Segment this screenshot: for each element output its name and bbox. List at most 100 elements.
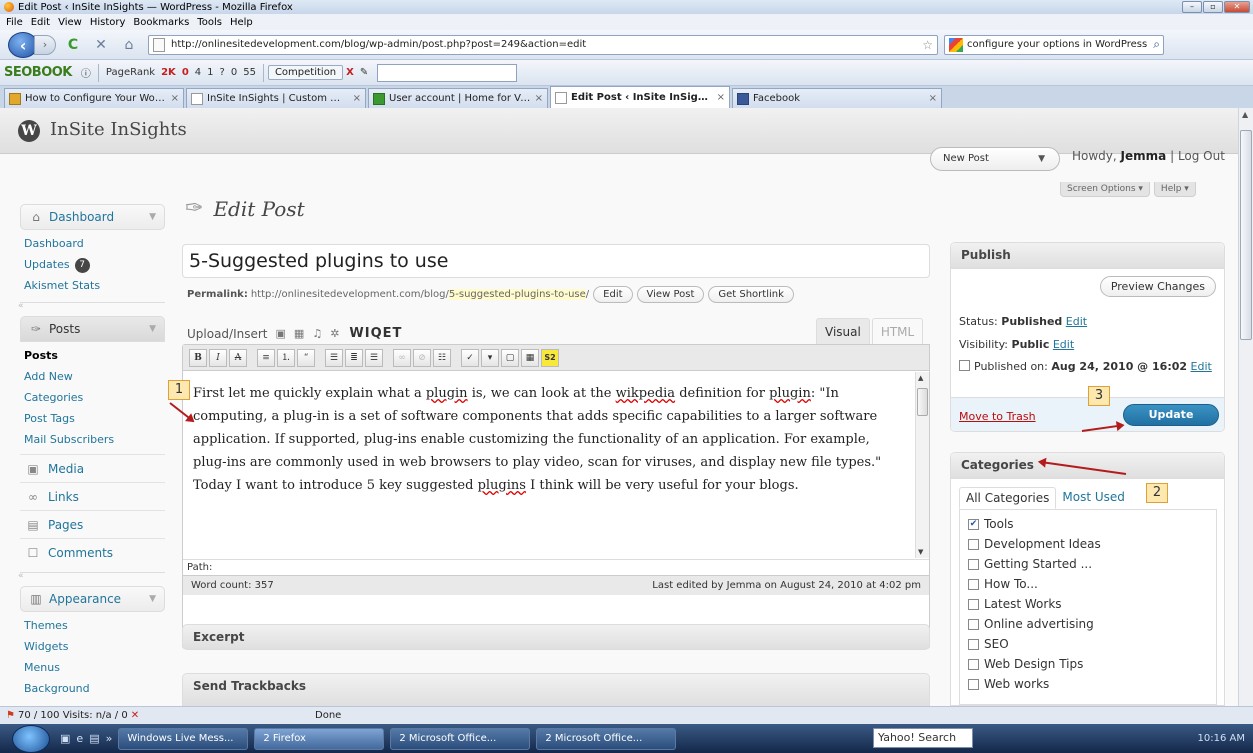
menu-tools[interactable]: Tools [193,17,226,28]
link-button[interactable]: ∞ [393,348,411,367]
numbered-list-button[interactable]: ⒈ [277,348,295,367]
checkbox[interactable] [968,658,979,670]
align-center-button[interactable]: ≣ [345,348,363,367]
tab-html[interactable]: HTML [871,318,924,344]
category-item[interactable]: ✔ Tools [968,514,1216,534]
sidebar-item-pages[interactable]: ▤ Pages [20,510,165,538]
move-to-trash-link[interactable]: Move to Trash [959,410,1036,423]
sidebar-collapse-handle[interactable] [18,571,165,586]
tab-insite-insights[interactable]: InSite InSights | Custom Web Desig... × [186,88,366,108]
yahoo-search-box[interactable]: Yahoo! Search [873,728,973,748]
yahoo-pages-stat[interactable]: 0 [182,67,189,78]
task-firefox[interactable]: 2 Firefox [254,727,385,750]
unlink-button[interactable]: ⊘ [413,348,431,367]
tab-visual[interactable]: Visual [816,318,870,344]
forward-button[interactable]: › [34,34,56,55]
msn-stat[interactable]: 4 [195,67,201,78]
yahoo-links-stat[interactable]: 2K [161,67,176,78]
get-shortlink-button[interactable]: Get Shortlink [708,286,794,303]
editor-scrollbar[interactable]: ▲ ▼ [915,372,929,558]
edit-status-link[interactable]: Edit [1066,315,1087,328]
align-right-button[interactable]: ☰ [365,348,383,367]
sidebar-item-comments[interactable]: ☐ Comments [20,538,165,566]
submenu-post-tags[interactable]: Post Tags [20,408,165,429]
tab-close-icon[interactable]: × [171,93,179,104]
edit-permalink-button[interactable]: Edit [593,286,633,303]
user-name-link[interactable]: Jemma [1121,149,1167,163]
screen-options-button[interactable]: Screen Options ▾ [1060,182,1150,197]
preview-changes-button[interactable]: Preview Changes [1099,276,1216,297]
post-title-input[interactable]: 5-Suggested plugins to use [182,244,930,278]
checkbox[interactable] [968,558,979,570]
add-video-icon[interactable]: ▦ [294,327,304,340]
bookmark-star-icon[interactable]: ☆ [922,38,933,52]
spellcheck-dropdown-icon[interactable]: ▾ [481,348,499,367]
reload-icon[interactable]: C [62,37,84,53]
help-button[interactable]: Help ▾ [1153,182,1196,197]
sidebar-item-media[interactable]: ▣ Media [20,454,165,482]
menu-help[interactable]: Help [226,17,257,28]
submenu-categories[interactable]: Categories [20,387,165,408]
trackbacks-box[interactable]: Send Trackbacks [182,673,930,706]
page-scrollbar[interactable]: ▲ [1238,108,1253,706]
scroll-up-icon[interactable]: ▲ [918,374,923,382]
switch-windows-icon[interactable]: ▤ [89,732,99,745]
ie-icon[interactable]: e [76,732,83,745]
bold-button[interactable]: B [189,348,207,367]
submenu-menus[interactable]: Menus [20,657,165,678]
site-name[interactable]: InSite InSights [50,119,187,140]
sidebar-collapse-handle[interactable] [18,301,165,316]
category-item[interactable]: SEO [968,634,1216,654]
dmoz-stat[interactable]: 1 [207,67,213,78]
view-post-button[interactable]: View Post [636,286,705,303]
add-audio-icon[interactable]: ♫ [312,327,322,340]
system-tray-clock[interactable]: 10:16 AM [980,728,1253,750]
checkbox-checked[interactable]: ✔ [968,518,979,530]
editor-content-area[interactable]: First let me quickly explain what a plug… [183,372,917,532]
new-post-dropdown[interactable]: New Post ▼ [930,147,1060,171]
category-item[interactable]: Web works [968,674,1216,694]
tab-edit-post[interactable]: Edit Post ‹ InSite InSights — Wor... × [550,86,730,108]
category-item[interactable]: Web Design Tips [968,654,1216,674]
google-stat[interactable]: ? [220,67,225,78]
start-button[interactable] [12,724,50,753]
tab-close-icon[interactable]: × [929,93,937,104]
strikethrough-button[interactable]: A [229,348,247,367]
competition-dropdown[interactable]: Competition [267,65,344,80]
kitchen-sink-button[interactable]: ▦ [521,348,539,367]
submenu-add-new[interactable]: Add New [20,366,165,387]
spellcheck-button[interactable]: ✓ [461,348,479,367]
x-icon[interactable]: X [346,67,354,78]
task-microsoft-office-2[interactable]: 2 Microsoft Office... [536,727,677,750]
log-out-link[interactable]: Log Out [1178,149,1225,163]
submenu-widgets[interactable]: Widgets [20,636,165,657]
checkbox[interactable] [968,678,979,690]
chevron-down-icon[interactable]: ▼ [149,212,156,222]
seo-search-input[interactable] [377,63,518,82]
edit-visibility-link[interactable]: Edit [1053,338,1074,351]
chevron-down-icon[interactable]: ▼ [149,324,156,334]
menu-history[interactable]: History [86,17,130,28]
minimize-icon[interactable]: – [1182,1,1202,13]
tab-close-icon[interactable]: × [535,93,543,104]
menu-bookmarks[interactable]: Bookmarks [129,17,193,28]
add-media-icon[interactable]: ✲ [330,327,339,340]
search-icon[interactable]: ⌕ [1153,37,1160,52]
pagerank-button[interactable]: PageRank [106,67,155,78]
scroll-thumb[interactable] [917,388,928,416]
tab-user-account[interactable]: User account | Home for Vajrayana... × [368,88,548,108]
note-icon[interactable]: ✎ [360,67,368,78]
submenu-mail-subscribers[interactable]: Mail Subscribers [20,429,165,450]
close-icon[interactable]: ✕ [1224,1,1250,13]
s2-button[interactable]: S2 [541,348,559,367]
bullet-list-button[interactable]: ≡ [257,348,275,367]
search-input[interactable]: configure your options in WordPress [967,39,1147,50]
checkbox[interactable] [968,578,979,590]
category-item[interactable]: Online advertising [968,614,1216,634]
tab-close-icon[interactable]: × [717,92,725,103]
wiget-button[interactable]: WIQET [349,326,402,341]
scroll-down-icon[interactable]: ▼ [918,548,923,556]
more-icon[interactable]: » [106,732,113,745]
update-button[interactable]: Update [1123,404,1219,426]
add-image-icon[interactable]: ▣ [276,327,286,340]
